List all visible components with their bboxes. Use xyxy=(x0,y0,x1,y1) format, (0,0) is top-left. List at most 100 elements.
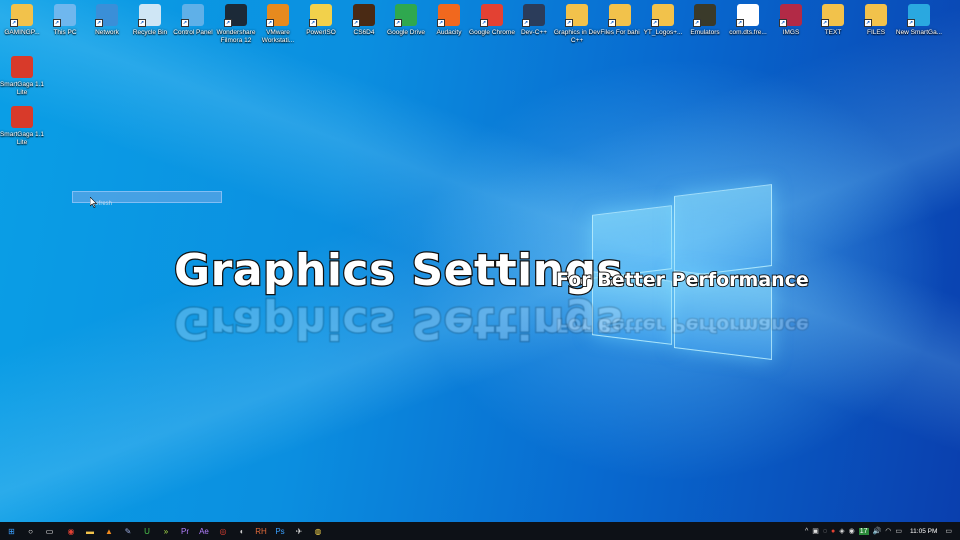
shortcut-arrow-icon: ↗ xyxy=(266,19,274,27)
shortcut-arrow-icon: ↗ xyxy=(224,19,232,27)
shortcut-arrow-icon: ↗ xyxy=(736,19,744,27)
shortcut-arrow-icon: ↗ xyxy=(864,19,872,27)
desktop-icon-label: FILES xyxy=(866,29,886,36)
desktop-icon-label: Dev-C++ xyxy=(520,29,547,36)
desktop-icon[interactable]: ↗ Graphics in Dev C++ xyxy=(553,4,601,44)
control-panel-icon: ↗ xyxy=(181,4,204,27)
shortcut-arrow-icon: ↗ xyxy=(480,19,488,27)
windows-start-icon[interactable]: ⊞ xyxy=(4,524,20,538)
notification-icon[interactable]: ▭ xyxy=(945,527,952,535)
desktop-icon[interactable]: ↗ Google Chrome xyxy=(469,4,515,37)
wifi-icon[interactable]: ◠ xyxy=(885,527,891,535)
volume-icon[interactable]: 🔊 xyxy=(873,527,882,535)
red-tray-icon[interactable]: ● xyxy=(831,528,835,535)
obs-icon[interactable]: ◎ xyxy=(215,524,231,538)
smartgaga-icon xyxy=(11,56,33,78)
desktop-icon[interactable]: ↗ Control Panel xyxy=(171,4,215,37)
folder-icon: ↗ xyxy=(651,4,674,27)
desktop-icon-label: GAMINGP... xyxy=(4,29,40,36)
premiere-icon[interactable]: Pr xyxy=(177,524,193,538)
desktop[interactable]: ↗ GAMINGP... ↗ This PC ↗ Network ↗ Recycle Bin ↗… xyxy=(0,0,960,522)
desktop-icon-label: Graphics in Dev C++ xyxy=(553,29,601,44)
battery-icon[interactable]: ▭ xyxy=(895,527,902,535)
desktop-icon[interactable]: ↗ Wondershare Filmora 12 xyxy=(214,4,258,44)
photoshop-icon[interactable]: Ps xyxy=(272,524,288,538)
desktop-icon[interactable]: ↗ VMware Workstati... xyxy=(256,4,300,44)
desktop-icon-label: VMware Workstati... xyxy=(261,29,295,44)
desktop-icon[interactable]: ↗ Files For bahi xyxy=(598,4,642,37)
chrome-icon[interactable]: ◉ xyxy=(63,524,79,538)
search-icon[interactable]: ○ xyxy=(23,524,39,538)
upwork-icon[interactable]: U xyxy=(139,524,155,538)
shortcut-arrow-icon: ↗ xyxy=(181,19,189,27)
desktop-icon[interactable]: ↗ YT_Logos+... xyxy=(641,4,685,37)
task-view-icon[interactable]: ▭ xyxy=(42,524,58,538)
tray-app-icon[interactable]: ◉ xyxy=(849,527,855,535)
desktop-icon[interactable]: ↗ This PC xyxy=(43,4,87,37)
desktop-icon-label: Files For bahi xyxy=(600,29,640,36)
google-drive-icon: ↗ xyxy=(394,4,417,27)
desktop-icon[interactable]: ↗ Recycle Bin xyxy=(128,4,172,37)
shortcut-arrow-icon: ↗ xyxy=(10,19,18,27)
shortcut-arrow-icon: ↗ xyxy=(437,19,445,27)
desktop-icon[interactable]: SmartGaga 1.1 Lite xyxy=(0,56,44,96)
smartgaga-icon xyxy=(11,106,33,128)
clock[interactable]: 11:05 PM xyxy=(910,528,937,535)
norton-icon[interactable]: ◍ xyxy=(310,524,326,538)
desktop-icon-label: This PC xyxy=(53,29,77,36)
desktop-icon[interactable]: ↗ CS6D4 xyxy=(342,4,386,37)
recycle-bin-icon: ↗ xyxy=(138,4,161,27)
bird-icon[interactable]: ✈ xyxy=(291,524,307,538)
browser-icon[interactable]: ◐ xyxy=(234,524,250,538)
shortcut-arrow-icon: ↗ xyxy=(95,19,103,27)
shortcut-arrow-icon: ↗ xyxy=(352,19,360,27)
smartgaga-icon: ↗ xyxy=(907,4,930,27)
overlay-subtitle-reflection: For Better Performance xyxy=(555,313,810,337)
desktop-icon[interactable]: ↗ New SmartGa... xyxy=(895,4,943,37)
desktop-icon[interactable]: ↗ TEXT xyxy=(811,4,855,37)
desktop-icon[interactable]: ↗ Network xyxy=(85,4,129,37)
desktop-icon-label: YT_Logos+... xyxy=(643,29,683,36)
desktop-icon[interactable]: ↗ IMGS xyxy=(769,4,813,37)
vmware-icon: ↗ xyxy=(266,4,289,27)
shortcut-arrow-icon: ↗ xyxy=(565,19,573,27)
desktop-icon[interactable]: ↗ com.dts.fre... xyxy=(726,4,770,37)
tray-icons: ^ ▣ ◌ ● ◈ ◉ 17 🔊 ◠ ▭ xyxy=(803,527,904,535)
desktop-icon[interactable]: ↗ Audacity xyxy=(427,4,471,37)
desktop-icon[interactable]: ↗ Google Drive xyxy=(384,4,428,37)
taskbar-apps: ⊞ ○ ▭ ◉ ▬ ▲ ✎ U» Pr Ae ◎ ◐ RH Ps ✈ ◍ xyxy=(2,524,328,538)
desktop-icon[interactable]: ↗ Emulators xyxy=(683,4,727,37)
badge-icon[interactable]: 17 xyxy=(858,527,869,535)
desktop-icon-label: CS6D4 xyxy=(353,29,375,36)
shortcut-arrow-icon: ↗ xyxy=(693,19,701,27)
after-effects-icon[interactable]: Ae xyxy=(196,524,212,538)
file-explorer-icon[interactable]: ▬ xyxy=(82,524,98,538)
folder-icon: ↗ xyxy=(608,4,631,27)
shortcut-arrow-icon: ↗ xyxy=(779,19,787,27)
shortcut-arrow-icon: ↗ xyxy=(394,19,402,27)
shortcut-arrow-icon: ↗ xyxy=(651,19,659,27)
user-folder-icon: ↗ xyxy=(10,4,33,27)
tray-app-icon[interactable]: ◈ xyxy=(839,527,844,535)
tray-app-icon[interactable]: ◌ xyxy=(823,528,827,535)
rh-icon[interactable]: RH xyxy=(253,524,269,538)
filmora-icon: ↗ xyxy=(224,4,247,27)
tray-app-icon[interactable]: ▣ xyxy=(812,527,819,535)
desktop-icon[interactable]: ↗ FILES xyxy=(854,4,898,37)
desktop-icon[interactable]: ↗ PowerISO xyxy=(299,4,343,37)
desktop-icon[interactable]: ↗ GAMINGP... xyxy=(0,4,44,37)
desktop-icon-label: SmartGaga 1.1 Lite xyxy=(0,131,45,146)
pen-tool-icon[interactable]: ✎ xyxy=(120,524,136,538)
chevron-up-icon[interactable]: ^ xyxy=(805,528,808,535)
desktop-icon-label: New SmartGa... xyxy=(895,29,943,36)
vlc-icon[interactable]: ▲ xyxy=(101,524,117,538)
arrows-icon[interactable]: » xyxy=(158,524,174,538)
desktop-icon-label: TEXT xyxy=(824,29,842,36)
poweriso-icon: ↗ xyxy=(309,4,332,27)
laptop-icon: ↗ xyxy=(53,4,76,27)
folder-icon: ↗ xyxy=(821,4,844,27)
desktop-icon[interactable]: ↗ Dev-C++ xyxy=(512,4,556,37)
shortcut-arrow-icon: ↗ xyxy=(907,19,915,27)
desktop-icon-label: Emulators xyxy=(690,29,720,36)
desktop-icon[interactable]: SmartGaga 1.1 Lite xyxy=(0,106,44,146)
